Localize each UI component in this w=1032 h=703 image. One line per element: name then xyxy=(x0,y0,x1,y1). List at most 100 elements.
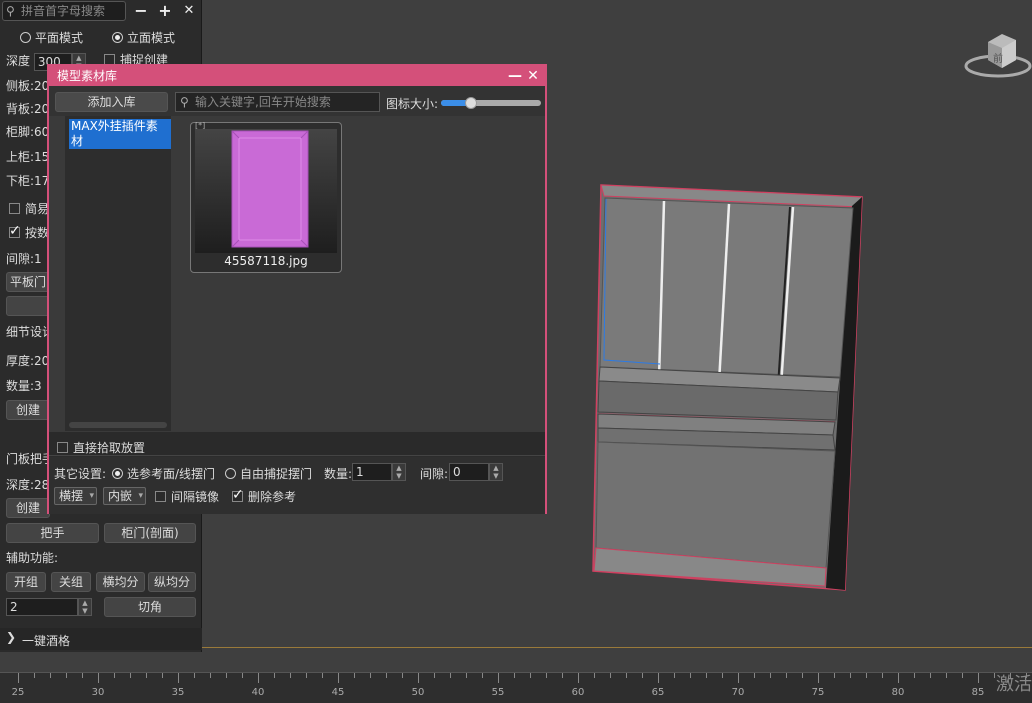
ground-grid-line xyxy=(200,647,1032,648)
delete-ref-label: 删除参考 xyxy=(248,490,297,504)
flat-door-button[interactable]: 平板门 xyxy=(6,272,50,292)
cabinet-door-section-button[interactable]: 柜门(剖面) xyxy=(104,523,196,543)
thumbnail-card[interactable]: [*] 45587118.jpg xyxy=(190,121,342,273)
free-snap-radio[interactable]: 自由捕捉摆门 xyxy=(225,465,312,482)
ruler-tick xyxy=(450,673,451,678)
count-input[interactable]: 3 xyxy=(34,379,42,393)
mode-flat-radio[interactable]: 平面模式 xyxy=(20,29,83,46)
thickness-label: 厚度: xyxy=(6,354,35,368)
mode-elevation-radio[interactable]: 立面模式 xyxy=(112,29,175,46)
checkbox-icon xyxy=(9,203,20,214)
dialog-toolbar: 添加入库 ⚲ 输入关键字,回车开始搜索 图标大小: xyxy=(49,86,545,116)
door-gap-input[interactable]: 0 xyxy=(449,463,489,481)
unlabeled-button[interactable] xyxy=(6,296,50,316)
search-icon: ⚲ xyxy=(180,95,189,109)
gap-input[interactable]: 1 xyxy=(34,252,42,266)
door-count-input[interactable]: 1 xyxy=(352,463,392,481)
door-count-field: 1 ▲ ▼ xyxy=(352,463,406,481)
door-gap-label: 间隙: xyxy=(420,467,449,481)
direct-pick-label: 直接拾取放置 xyxy=(73,441,146,455)
direct-pick-checkbox[interactable]: 直接拾取放置 xyxy=(57,439,145,456)
icon-size-slider[interactable] xyxy=(441,97,541,109)
ruler-tick xyxy=(594,673,595,678)
side-row: 侧板:20 xyxy=(6,77,49,94)
count-row: 数量:3 xyxy=(6,377,42,394)
ruler-tick xyxy=(66,673,67,678)
ruler-tick xyxy=(834,673,835,678)
gap-label: 间隙: xyxy=(6,252,35,266)
lower-label: 下柜: xyxy=(6,174,35,188)
ref-face-label: 选参考面/线摆门 xyxy=(127,467,216,481)
foot-row: 柜脚:60 xyxy=(6,123,49,140)
collapse-button[interactable]: − xyxy=(130,1,152,21)
gap-row: 间隙:1 xyxy=(6,250,42,267)
ruler-tick xyxy=(930,673,931,678)
create-handle-button[interactable]: 创建 xyxy=(6,498,50,518)
chamfer-spinner[interactable]: ▲ ▼ xyxy=(78,598,92,616)
ruler-tick xyxy=(34,673,35,678)
ruler-tick xyxy=(370,673,371,678)
icon-size-slider-handle[interactable] xyxy=(465,97,477,109)
vertical-divide-button[interactable]: 纵均分 xyxy=(148,572,196,592)
create-button[interactable]: 创建 xyxy=(6,400,50,420)
ruler-tick xyxy=(354,673,355,678)
tree-item-max-plugin[interactable]: MAX外挂插件素材 xyxy=(69,119,171,149)
chamfer-button[interactable]: 切角 xyxy=(104,597,196,617)
radio-selected-icon xyxy=(112,468,123,479)
ruler-tick xyxy=(274,673,275,678)
simple-checkbox[interactable]: 简易 xyxy=(9,200,49,217)
ruler-tick xyxy=(482,673,483,678)
ruler-tick xyxy=(402,673,403,678)
by-count-checkbox[interactable]: 按数 xyxy=(9,223,49,241)
upper-label: 上柜: xyxy=(6,150,35,164)
orientation-select[interactable]: 横摆 xyxy=(54,487,97,505)
inset-select[interactable]: 内嵌 xyxy=(103,487,146,505)
ref-face-radio[interactable]: 选参考面/线摆门 xyxy=(112,465,215,482)
ruler-tick xyxy=(290,673,291,678)
ruler-tick xyxy=(786,673,787,678)
horizontal-divide-button[interactable]: 横均分 xyxy=(96,572,145,592)
ruler-tick xyxy=(322,673,323,678)
close-icon[interactable]: ✕ xyxy=(525,66,541,86)
open-group-button[interactable]: 开组 xyxy=(6,572,46,592)
ruler-tick xyxy=(434,673,435,678)
viewcube-icon[interactable]: 前 xyxy=(964,30,1032,85)
ruler-tick xyxy=(818,673,819,683)
ruler-tick xyxy=(418,673,419,683)
tree-scrollbar[interactable] xyxy=(69,422,167,428)
door-gap-spinner[interactable]: ▲ ▼ xyxy=(489,463,503,481)
ruler-tick xyxy=(546,673,547,678)
add-button[interactable]: + xyxy=(154,1,176,21)
door-count-label: 数量: xyxy=(324,467,353,481)
ruler-tick xyxy=(338,673,339,683)
chamfer-input[interactable]: 2 xyxy=(6,598,78,616)
ruler-tick xyxy=(722,673,723,678)
door-count-spinner[interactable]: ▲ ▼ xyxy=(392,463,406,481)
add-to-library-button[interactable]: 添加入库 xyxy=(55,92,168,112)
ruler-tick-label: 80 xyxy=(891,687,905,698)
minimize-icon[interactable]: — xyxy=(507,66,523,86)
ruler-tick xyxy=(194,673,195,678)
ruler-tick xyxy=(770,673,771,678)
viewcube[interactable]: 前 xyxy=(964,30,1032,85)
search-input[interactable]: ⚲ 拼音首字母搜索 xyxy=(2,1,126,21)
close-button[interactable]: ✕ xyxy=(178,1,200,21)
ruler-tick xyxy=(850,673,851,678)
mirror-checkbox[interactable]: 间隔镜像 xyxy=(155,488,219,505)
timeline-ruler[interactable]: 25 30 35 40 45 50 55 60 65 70 75 80 85 xyxy=(0,672,1032,703)
handle-button[interactable]: 把手 xyxy=(6,523,99,543)
simple-label: 简易 xyxy=(25,202,50,216)
ruler-tick-label: 55 xyxy=(491,687,505,698)
dialog-title-bar[interactable]: 模型素材库 xyxy=(49,66,545,86)
mode-flat-label: 平面模式 xyxy=(35,31,84,45)
ruler-tick xyxy=(82,673,83,678)
count-label: 数量: xyxy=(6,379,35,393)
ruler-tick-label: 65 xyxy=(651,687,665,698)
ruler-tick xyxy=(514,673,515,678)
search-icon: ⚲ xyxy=(6,4,15,18)
ruler-tick xyxy=(962,673,963,678)
delete-ref-checkbox[interactable]: 删除参考 xyxy=(232,487,297,505)
library-search-input[interactable]: ⚲ 输入关键字,回车开始搜索 xyxy=(175,92,380,112)
one-click-wine-rack-section[interactable]: ❯ 一键酒格 xyxy=(0,628,202,650)
close-group-button[interactable]: 关组 xyxy=(51,572,91,592)
